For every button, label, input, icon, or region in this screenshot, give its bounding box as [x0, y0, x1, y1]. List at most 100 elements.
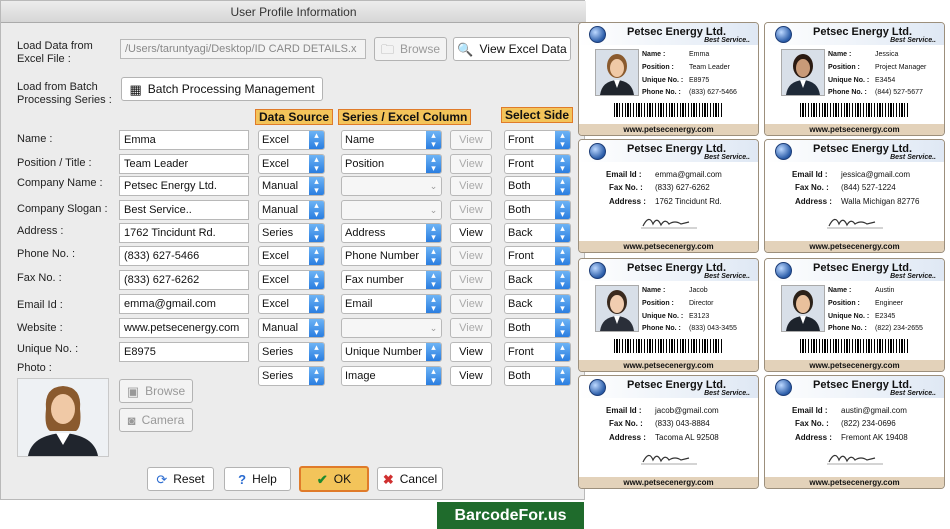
- card-website: www.petsecenergy.com: [579, 360, 758, 371]
- cancel-icon: ✖: [382, 472, 394, 487]
- field-value-input[interactable]: (833) 627-6262: [119, 270, 249, 290]
- ok-button[interactable]: ✔ OK: [299, 466, 369, 492]
- batch-processing-button[interactable]: ▦ Batch Processing Management: [121, 77, 323, 101]
- excel-path-field[interactable]: /Users/taruntyagi/Desktop/ID CARD DETAIL…: [120, 39, 366, 59]
- select-side-select[interactable]: Both ▴ ▾: [504, 176, 571, 196]
- data-source-select[interactable]: Excel ▴ ▾: [258, 270, 325, 290]
- dropdown-arrow-icon: ▴ ▾: [555, 271, 570, 289]
- select-side-value: Back: [508, 274, 533, 286]
- series-column-select[interactable]: Address ▴ ▾: [341, 223, 442, 243]
- cancel-button[interactable]: ✖ Cancel: [377, 467, 443, 491]
- series-column-select[interactable]: Fax number ▴ ▾: [341, 270, 442, 290]
- series-column-select[interactable]: ⌄: [341, 318, 442, 338]
- field-value-input[interactable]: www.petsecenergy.com: [119, 318, 249, 338]
- series-column-select[interactable]: ⌄: [341, 200, 442, 220]
- globe-logo-icon: [589, 143, 606, 160]
- view-column-button[interactable]: View: [450, 342, 492, 362]
- data-source-select[interactable]: Excel ▴ ▾: [258, 246, 325, 266]
- select-side-select[interactable]: Front ▴ ▾: [504, 246, 571, 266]
- select-side-select[interactable]: Both ▴ ▾: [504, 366, 571, 386]
- select-side-select[interactable]: Both ▴ ▾: [504, 200, 571, 220]
- dropdown-arrow-icon: ▴ ▾: [309, 367, 324, 385]
- field-value-input[interactable]: Team Leader: [119, 154, 249, 174]
- select-side-value: Back: [508, 298, 533, 310]
- field-value-input[interactable]: (833) 627-5466: [119, 246, 249, 266]
- select-side-select[interactable]: Back ▴ ▾: [504, 270, 571, 290]
- barcode-graphic: [614, 339, 724, 353]
- view-excel-data-button[interactable]: 🔍 View Excel Data: [453, 37, 571, 61]
- series-column-select[interactable]: Unique Number ▴ ▾: [341, 342, 442, 362]
- select-side-select[interactable]: Front ▴ ▾: [504, 130, 571, 150]
- view-column-button[interactable]: View: [450, 154, 492, 174]
- view-column-button[interactable]: View: [450, 130, 492, 150]
- view-column-button[interactable]: View: [450, 176, 492, 196]
- view-column-button[interactable]: View: [450, 318, 492, 338]
- select-side-select[interactable]: Front ▴ ▾: [504, 342, 571, 362]
- id-card-back: Petsec Energy Ltd. Best Service.. Email Id…: [578, 375, 759, 489]
- card-field-key: Name :: [828, 51, 852, 58]
- data-source-select[interactable]: Series ▴ ▾: [258, 223, 325, 243]
- dropdown-arrow-icon: ▴ ▾: [555, 247, 570, 265]
- select-side-select[interactable]: Both ▴ ▾: [504, 318, 571, 338]
- card-photo-icon: [595, 285, 639, 332]
- data-source-select[interactable]: Manual ▴ ▾: [258, 318, 325, 338]
- data-source-select[interactable]: Manual ▴ ▾: [258, 200, 325, 220]
- card-field-key: Address :: [795, 433, 832, 442]
- series-column-value: Address: [345, 227, 386, 239]
- select-side-select[interactable]: Back ▴ ▾: [504, 223, 571, 243]
- reset-button[interactable]: ⟳ Reset: [147, 467, 214, 491]
- browse-excel-button[interactable]: 🗀 Browse: [374, 37, 447, 61]
- data-source-select[interactable]: Manual ▴ ▾: [258, 176, 325, 196]
- data-source-select[interactable]: Excel ▴ ▾: [258, 294, 325, 314]
- camera-icon: ◙: [127, 413, 136, 428]
- help-button[interactable]: ? Help: [224, 467, 291, 491]
- data-source-select[interactable]: Series ▴ ▾: [258, 366, 325, 386]
- series-column-select[interactable]: Name ▴ ▾: [341, 130, 442, 150]
- field-value-input[interactable]: E8975: [119, 342, 249, 362]
- card-field-value: emma@gmail.com: [655, 170, 722, 179]
- card-field-value: Engineer: [875, 300, 904, 307]
- card-field-key: Address :: [609, 433, 646, 442]
- data-source-select[interactable]: Excel ▴ ▾: [258, 130, 325, 150]
- series-column-select[interactable]: Position ▴ ▾: [341, 154, 442, 174]
- series-column-select[interactable]: ⌄: [341, 176, 442, 196]
- view-column-button[interactable]: View: [450, 246, 492, 266]
- field-value-input[interactable]: Best Service..: [119, 200, 249, 220]
- series-column-select[interactable]: Email ▴ ▾: [341, 294, 442, 314]
- select-side-select[interactable]: Back ▴ ▾: [504, 294, 571, 314]
- data-source-select[interactable]: Excel ▴ ▾: [258, 154, 325, 174]
- card-field-value: E3123: [689, 313, 710, 320]
- id-card-back: Petsec Energy Ltd. Best Service.. Email Id…: [578, 139, 759, 253]
- series-column-select[interactable]: Image ▴ ▾: [341, 366, 442, 386]
- select-side-select[interactable]: Front ▴ ▾: [504, 154, 571, 174]
- view-column-button[interactable]: View: [450, 270, 492, 290]
- card-field-key: Position :: [642, 300, 674, 307]
- field-value-input[interactable]: 1762 Tincidunt Rd.: [119, 223, 249, 243]
- card-field-key: Unique No. :: [642, 77, 684, 84]
- select-side-value: Front: [508, 346, 534, 358]
- field-value-input[interactable]: Emma: [119, 130, 249, 150]
- window-title: User Profile Information: [1, 1, 586, 23]
- photo-browse-button[interactable]: ▣ Browse: [119, 379, 193, 403]
- card-field-key: Name :: [642, 287, 666, 294]
- card-slogan: Best Service..: [704, 273, 750, 280]
- field-value-input[interactable]: emma@gmail.com: [119, 294, 249, 314]
- data-source-select[interactable]: Series ▴ ▾: [258, 342, 325, 362]
- view-column-button[interactable]: View: [450, 366, 492, 386]
- field-label: Photo :: [17, 362, 52, 374]
- dropdown-arrow-icon: ▴ ▾: [309, 131, 324, 149]
- card-field-value: (844) 527-1224: [841, 183, 896, 192]
- card-field-value: Emma: [689, 51, 710, 58]
- camera-button[interactable]: ◙ Camera: [119, 408, 193, 432]
- view-column-button[interactable]: View: [450, 223, 492, 243]
- data-source-value: Manual: [262, 204, 299, 216]
- series-column-select[interactable]: Phone Number ▴ ▾: [341, 246, 442, 266]
- data-source-value: Excel: [262, 134, 289, 146]
- field-label: Unique No. :: [17, 343, 79, 355]
- field-label: Address :: [17, 225, 64, 237]
- field-value-input[interactable]: Petsec Energy Ltd.: [119, 176, 249, 196]
- globe-logo-icon: [589, 379, 606, 396]
- view-column-button[interactable]: View: [450, 294, 492, 314]
- data-source-value: Excel: [262, 158, 289, 170]
- view-column-button[interactable]: View: [450, 200, 492, 220]
